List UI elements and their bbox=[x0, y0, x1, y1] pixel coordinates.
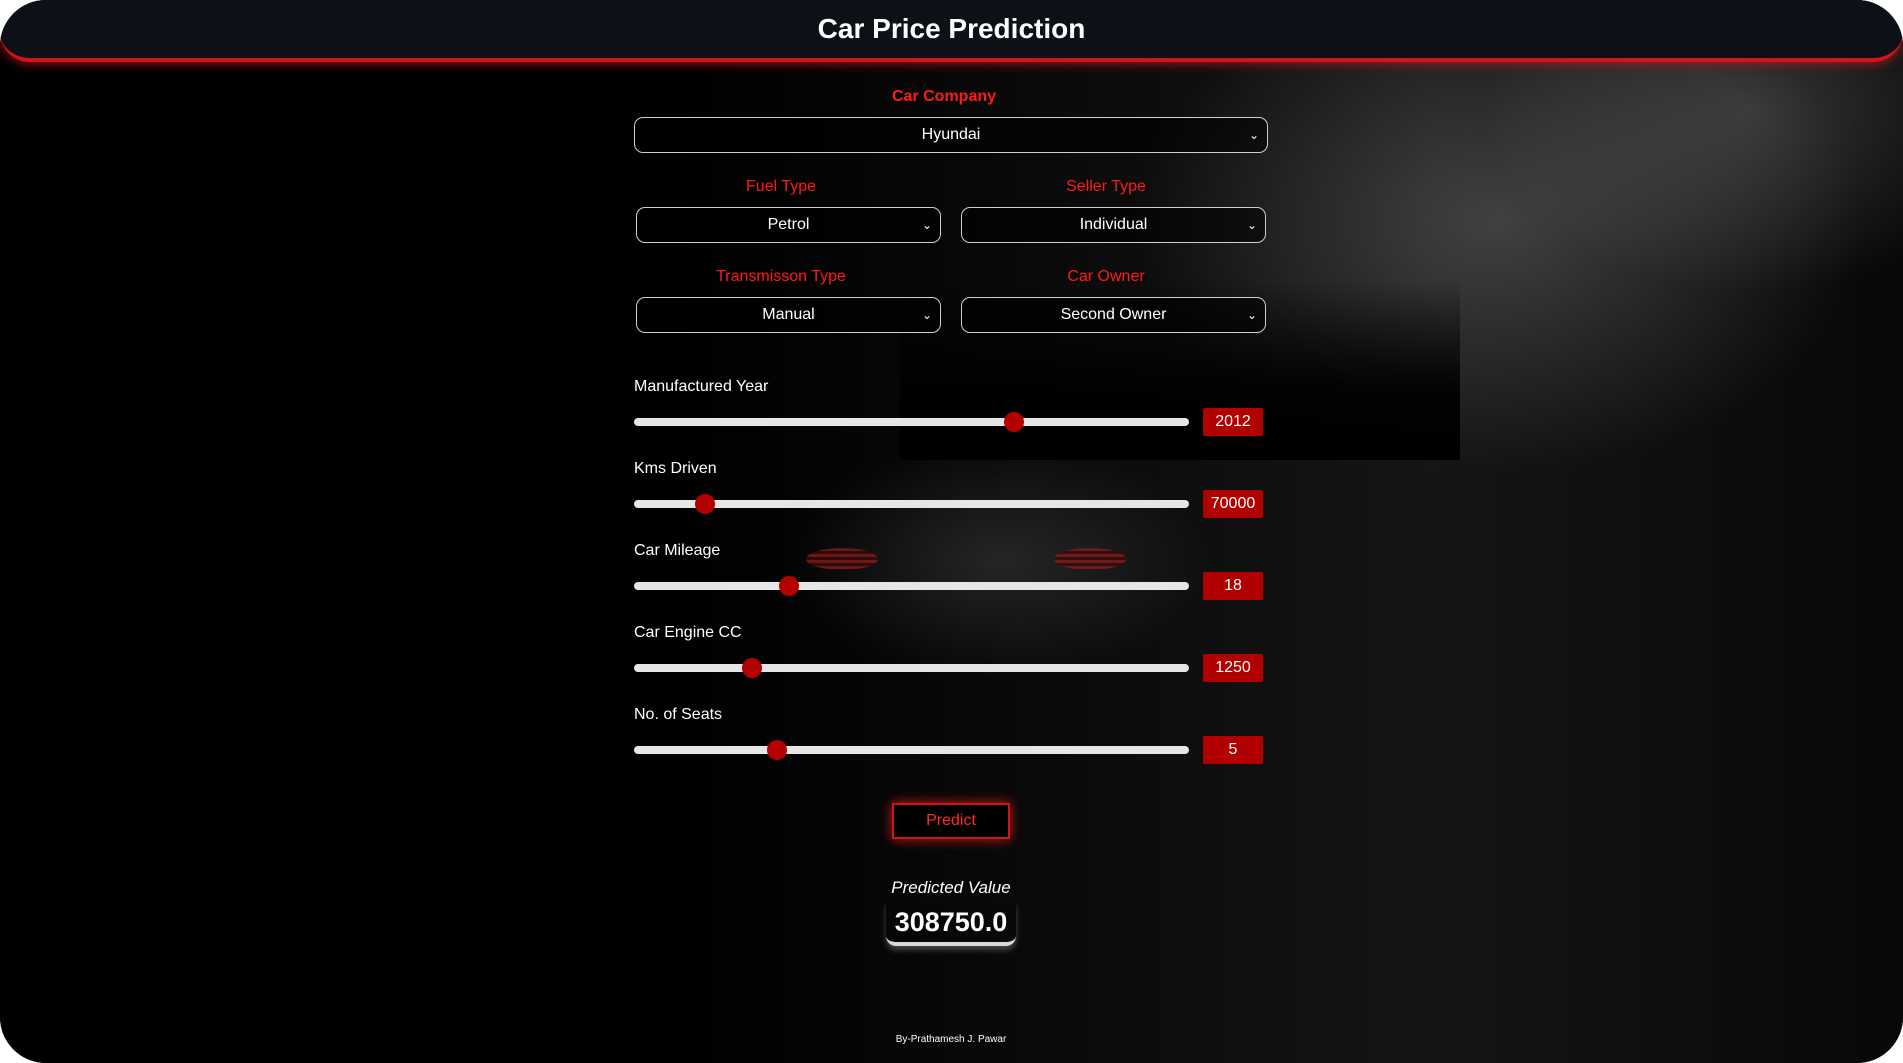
transmission-type-value: Manual bbox=[762, 306, 815, 323]
car-company-label: Car Company bbox=[891, 88, 997, 105]
seats-slider[interactable] bbox=[634, 740, 1189, 760]
seller-type-select[interactable]: Individual ⌄ bbox=[961, 207, 1266, 243]
car-owner-select[interactable]: Second Owner ⌄ bbox=[961, 297, 1266, 333]
app-window: Car Price Prediction Car Company Hyundai… bbox=[0, 0, 1903, 1063]
seller-type-label: Seller Type bbox=[1066, 178, 1146, 195]
car-taillight-left bbox=[806, 548, 878, 570]
header-bar: Car Price Prediction bbox=[0, 0, 1903, 62]
mileage-slider[interactable] bbox=[634, 576, 1189, 596]
engine-slider-label: Car Engine CC bbox=[634, 624, 742, 641]
transmission-type-select[interactable]: Manual ⌄ bbox=[636, 297, 941, 333]
chevron-down-icon: ⌄ bbox=[921, 308, 932, 322]
fuel-type-value: Petrol bbox=[767, 216, 810, 233]
year-value: 2012 bbox=[1203, 408, 1263, 436]
kms-value: 70000 bbox=[1203, 490, 1263, 518]
kms-slider-thumb[interactable] bbox=[695, 494, 716, 514]
year-slider[interactable] bbox=[634, 412, 1189, 432]
chevron-down-icon: ⌄ bbox=[1248, 128, 1259, 142]
chevron-down-icon: ⌄ bbox=[1246, 308, 1257, 322]
predict-button[interactable]: Predict bbox=[892, 803, 1010, 839]
engine-slider[interactable] bbox=[634, 658, 1189, 678]
footer-credit: By-Prathamesh J. Pawar bbox=[895, 1034, 1007, 1045]
chevron-down-icon: ⌄ bbox=[1246, 218, 1257, 232]
car-owner-value: Second Owner bbox=[1060, 306, 1167, 323]
kms-slider[interactable] bbox=[634, 494, 1189, 514]
car-company-select[interactable]: Hyundai ⌄ bbox=[634, 117, 1268, 153]
seller-type-value: Individual bbox=[1079, 216, 1148, 233]
engine-value: 1250 bbox=[1203, 654, 1263, 682]
page-title: Car Price Prediction bbox=[817, 13, 1086, 44]
seats-value: 5 bbox=[1203, 736, 1263, 764]
predicted-value: 308750.0 bbox=[886, 902, 1016, 946]
year-slider-label: Manufactured Year bbox=[634, 378, 769, 395]
transmission-type-label: Transmisson Type bbox=[716, 268, 846, 285]
car-company-value: Hyundai bbox=[921, 126, 981, 143]
car-taillight-right bbox=[1054, 548, 1126, 570]
chevron-down-icon: ⌄ bbox=[921, 218, 932, 232]
predicted-value-label: Predicted Value bbox=[891, 878, 1011, 897]
car-owner-label: Car Owner bbox=[1067, 268, 1145, 285]
kms-slider-label: Kms Driven bbox=[634, 460, 717, 477]
fuel-type-label: Fuel Type bbox=[746, 178, 816, 195]
fuel-type-select[interactable]: Petrol ⌄ bbox=[636, 207, 941, 243]
seats-slider-label: No. of Seats bbox=[634, 706, 723, 723]
mileage-slider-label: Car Mileage bbox=[634, 542, 721, 559]
mileage-value: 18 bbox=[1203, 572, 1263, 600]
